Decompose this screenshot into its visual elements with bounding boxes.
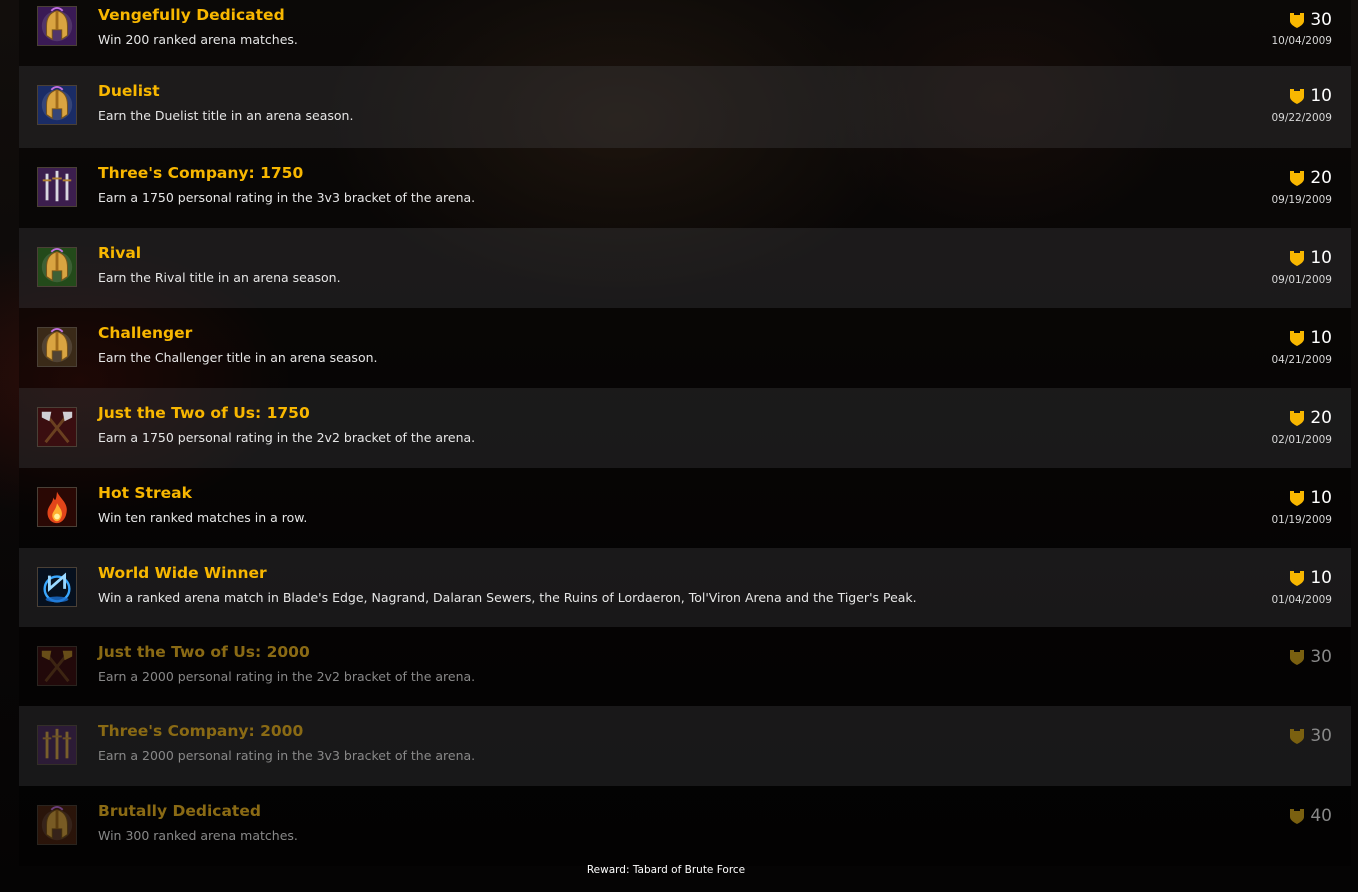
points-value: 10 (1310, 328, 1332, 348)
achievement-row[interactable]: Just the Two of Us: 2000 Earn a 2000 pers… (19, 627, 1351, 706)
shield-icon (1290, 808, 1305, 824)
achievement-row[interactable]: World Wide Winner Win a ranked arena matc… (19, 548, 1351, 627)
achievement-title[interactable]: Just the Two of Us: 1750 (98, 404, 310, 422)
reward-text: Reward: Tabard of Brute Force (586, 864, 746, 876)
achievement-date: 01/19/2009 (1271, 514, 1332, 526)
achievement-points: 10 (1290, 248, 1332, 268)
gold-helm-plain-icon (37, 327, 77, 367)
achievement-points: 10 (1290, 488, 1332, 508)
achievement-points: 10 (1290, 568, 1332, 588)
achievement-title[interactable]: Duelist (98, 82, 160, 100)
achievement-description: Win 300 ranked arena matches. (98, 828, 298, 843)
achievement-title[interactable]: Just the Two of Us: 2000 (98, 643, 310, 661)
achievement-points: 10 (1290, 86, 1332, 106)
shield-icon (1290, 170, 1305, 186)
achievement-points: 20 (1290, 168, 1332, 188)
achievement-row[interactable]: Just the Two of Us: 1750 Earn a 1750 pers… (19, 388, 1351, 468)
achievement-title[interactable]: World Wide Winner (98, 564, 267, 582)
achievement-points: 30 (1290, 10, 1332, 30)
achievement-points: 30 (1290, 647, 1332, 667)
achievement-date: 02/01/2009 (1271, 434, 1332, 446)
achievement-description: Earn the Duelist title in an arena seaso… (98, 108, 354, 123)
crossed-axes-gold-icon (37, 646, 77, 686)
achievement-row[interactable]: Rival Earn the Rival title in an arena se… (19, 228, 1351, 308)
fire-icon (37, 487, 77, 527)
points-value: 30 (1310, 726, 1332, 746)
achievement-title[interactable]: Brutally Dedicated (98, 802, 261, 820)
points-value: 20 (1310, 408, 1332, 428)
achievement-title[interactable]: Vengefully Dedicated (98, 6, 285, 24)
achievement-description: Win a ranked arena match in Blade's Edge… (98, 590, 917, 605)
achievement-description: Earn a 2000 personal rating in the 3v3 b… (98, 748, 476, 763)
achievement-description: Earn a 1750 personal rating in the 2v2 b… (98, 430, 476, 445)
shield-icon (1290, 649, 1305, 665)
gold-helm-purple-icon (37, 6, 77, 46)
achievement-description: Earn the Challenger title in an arena se… (98, 350, 378, 365)
achievement-date: 09/19/2009 (1271, 194, 1332, 206)
achievement-title[interactable]: Challenger (98, 324, 192, 342)
shield-icon (1290, 570, 1305, 586)
achievement-date: 09/22/2009 (1271, 112, 1332, 124)
gold-helm-green-icon (37, 247, 77, 287)
achievement-row[interactable]: Three's Company: 1750 Earn a 1750 persona… (19, 148, 1351, 228)
arena-emblem-icon (37, 567, 77, 607)
points-value: 10 (1310, 86, 1332, 106)
points-value: 40 (1310, 806, 1332, 826)
achievement-row[interactable]: Vengefully Dedicated Win 200 ranked arena… (19, 0, 1351, 66)
achievement-points: 20 (1290, 408, 1332, 428)
achievement-date: 01/04/2009 (1271, 594, 1332, 606)
achievement-date: 10/04/2009 (1271, 35, 1332, 47)
achievement-title[interactable]: Three's Company: 1750 (98, 164, 303, 182)
achievement-date: 09/01/2009 (1271, 274, 1332, 286)
points-value: 30 (1310, 10, 1332, 30)
points-value: 20 (1310, 168, 1332, 188)
achievement-row[interactable]: Three's Company: 2000 Earn a 2000 persona… (19, 706, 1351, 786)
shield-icon (1290, 490, 1305, 506)
achievement-title[interactable]: Rival (98, 244, 141, 262)
achievement-points: 10 (1290, 328, 1332, 348)
achievement-date: 04/21/2009 (1271, 354, 1332, 366)
achievement-description: Earn the Rival title in an arena season. (98, 270, 341, 285)
three-swords-icon (37, 167, 77, 207)
shield-icon (1290, 330, 1305, 346)
points-value: 10 (1310, 568, 1332, 588)
shield-icon (1290, 88, 1305, 104)
achievement-points: 30 (1290, 726, 1332, 746)
points-value: 30 (1310, 647, 1332, 667)
achievement-description: Earn a 1750 personal rating in the 3v3 b… (98, 190, 476, 205)
achievement-list: Vengefully Dedicated Win 200 ranked arena… (19, 0, 1351, 866)
shield-icon (1290, 410, 1305, 426)
achievement-description: Win ten ranked matches in a row. (98, 510, 308, 525)
points-value: 10 (1310, 248, 1332, 268)
gold-helm-orange-icon (37, 805, 77, 845)
crossed-axes-icon (37, 407, 77, 447)
achievement-row[interactable]: Hot Streak Win ten ranked matches in a ro… (19, 468, 1351, 548)
achievement-points: 40 (1290, 806, 1332, 826)
shield-icon (1290, 728, 1305, 744)
points-value: 10 (1310, 488, 1332, 508)
achievement-row[interactable]: Challenger Earn the Challenger title in a… (19, 308, 1351, 388)
achievement-title[interactable]: Hot Streak (98, 484, 192, 502)
achievement-row[interactable]: Brutally Dedicated Win 300 ranked arena m… (19, 786, 1351, 866)
shield-icon (1290, 250, 1305, 266)
achievement-description: Win 200 ranked arena matches. (98, 32, 298, 47)
three-swords-gold-icon (37, 725, 77, 765)
gold-helm-blue-icon (37, 85, 77, 125)
achievement-description: Earn a 2000 personal rating in the 2v2 b… (98, 669, 476, 684)
achievement-title[interactable]: Three's Company: 2000 (98, 722, 303, 740)
achievement-row[interactable]: Duelist Earn the Duelist title in an aren… (19, 66, 1351, 148)
shield-icon (1290, 12, 1305, 28)
